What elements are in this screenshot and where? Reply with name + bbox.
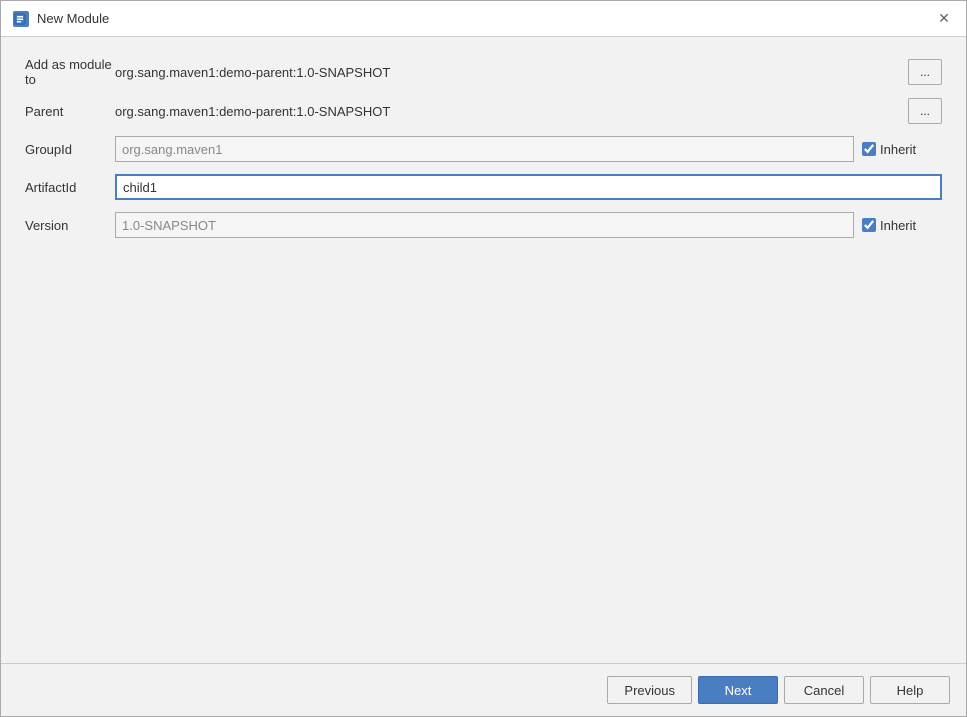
add-as-module-browse-button[interactable]: ... [908, 59, 942, 85]
group-id-label: GroupId [25, 142, 115, 157]
new-module-dialog: New Module ✕ Add as module to org.sang.m… [0, 0, 967, 717]
dialog-footer: Previous Next Cancel Help [1, 663, 966, 716]
artifact-id-input[interactable] [115, 174, 942, 200]
version-row: Version Inherit [25, 211, 942, 239]
add-as-module-value: org.sang.maven1:demo-parent:1.0-SNAPSHOT [115, 65, 900, 80]
dialog-icon [13, 11, 29, 27]
version-inherit-label: Inherit [880, 218, 916, 233]
add-as-module-label: Add as module to [25, 57, 115, 87]
group-id-row: GroupId Inherit [25, 135, 942, 163]
next-button[interactable]: Next [698, 676, 778, 704]
group-id-input[interactable] [115, 136, 854, 162]
cancel-button[interactable]: Cancel [784, 676, 864, 704]
artifact-id-label: ArtifactId [25, 180, 115, 195]
help-button[interactable]: Help [870, 676, 950, 704]
version-label: Version [25, 218, 115, 233]
group-id-inherit-checkbox[interactable] [862, 142, 876, 156]
parent-value: org.sang.maven1:demo-parent:1.0-SNAPSHOT [115, 104, 900, 119]
artifact-id-row: ArtifactId [25, 173, 942, 201]
title-bar-left: New Module [13, 11, 109, 27]
group-id-inherit-label: Inherit [880, 142, 916, 157]
add-as-module-row: Add as module to org.sang.maven1:demo-pa… [25, 57, 942, 87]
parent-row: Parent org.sang.maven1:demo-parent:1.0-S… [25, 97, 942, 125]
dialog-title: New Module [37, 11, 109, 26]
title-bar: New Module ✕ [1, 1, 966, 37]
version-input[interactable] [115, 212, 854, 238]
parent-browse-button[interactable]: ... [908, 98, 942, 124]
close-button[interactable]: ✕ [934, 9, 954, 29]
dialog-content: Add as module to org.sang.maven1:demo-pa… [1, 37, 966, 663]
version-inherit-container: Inherit [862, 218, 942, 233]
version-inherit-checkbox[interactable] [862, 218, 876, 232]
previous-button[interactable]: Previous [607, 676, 692, 704]
parent-label: Parent [25, 104, 115, 119]
group-id-inherit-container: Inherit [862, 142, 942, 157]
